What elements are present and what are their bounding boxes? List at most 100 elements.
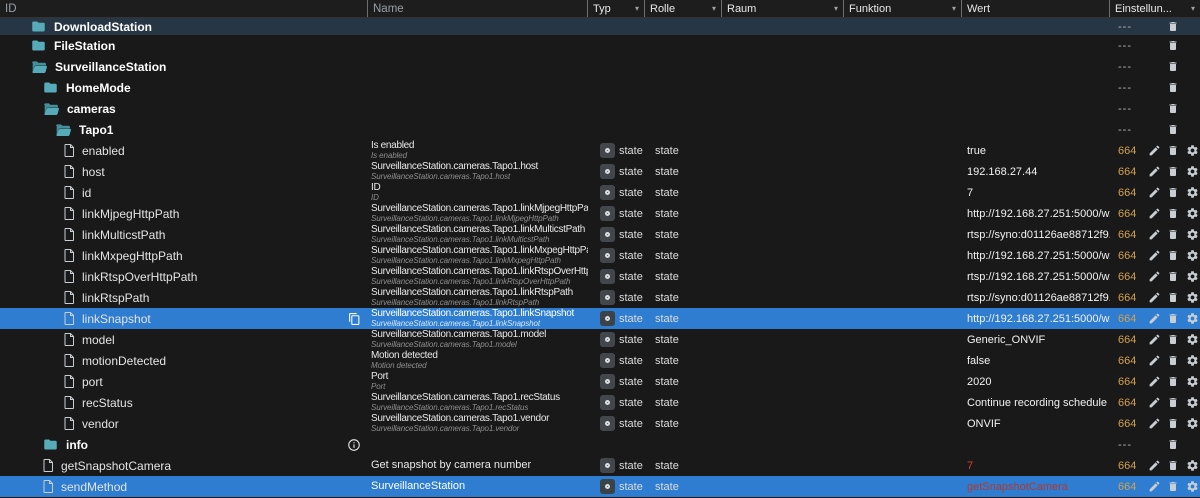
object-value-cell[interactable]: http://192.168.27.251:5000/w... xyxy=(962,245,1110,266)
object-id-cell[interactable]: linkSnapshot xyxy=(0,308,368,329)
column-settings-select[interactable]: Einstellun... ▾ xyxy=(1110,0,1200,17)
object-row[interactable]: FileStation--- xyxy=(0,35,1200,56)
acl-badge[interactable]: 664 xyxy=(1118,334,1142,346)
pencil-icon[interactable] xyxy=(1147,249,1161,263)
trash-icon[interactable] xyxy=(1166,81,1180,95)
acl-badge[interactable]: 664 xyxy=(1118,355,1142,367)
object-value-cell[interactable]: 7 xyxy=(962,182,1110,203)
pencil-icon[interactable] xyxy=(1147,417,1161,431)
pencil-icon[interactable] xyxy=(1147,165,1161,179)
object-id-cell[interactable]: vendor xyxy=(0,413,368,434)
pencil-icon[interactable] xyxy=(1147,144,1161,158)
object-row[interactable]: Tapo1--- xyxy=(0,119,1200,140)
pencil-icon[interactable] xyxy=(1147,480,1161,494)
trash-icon[interactable] xyxy=(1166,270,1180,284)
object-value-cell[interactable]: ONVIF xyxy=(962,413,1110,434)
gear-icon[interactable] xyxy=(1185,354,1199,368)
acl-badge[interactable]: 664 xyxy=(1118,418,1142,430)
gear-icon[interactable] xyxy=(1185,186,1199,200)
object-id-cell[interactable]: id xyxy=(0,182,368,203)
object-row[interactable]: portPortPortstatestate2020664 xyxy=(0,371,1200,392)
object-row[interactable]: idIDIDstatestate7664 xyxy=(0,182,1200,203)
gear-icon[interactable] xyxy=(1185,270,1199,284)
pencil-icon[interactable] xyxy=(1147,228,1161,242)
gear-icon[interactable] xyxy=(1185,396,1199,410)
object-id-cell[interactable]: recStatus xyxy=(0,392,368,413)
object-row[interactable]: enabledIs enabledIs enabledstatestatetru… xyxy=(0,140,1200,161)
object-value-cell[interactable]: http://192.168.27.251:5000/w... xyxy=(962,203,1110,224)
object-id-cell[interactable]: linkMulticstPath xyxy=(0,224,368,245)
acl-badge[interactable]: 664 xyxy=(1118,166,1142,178)
gear-icon[interactable] xyxy=(1185,459,1199,473)
object-id-cell[interactable]: motionDetected xyxy=(0,350,368,371)
object-value-cell[interactable]: rtsp://192.168.27.251:5000/w... xyxy=(962,266,1110,287)
object-id-cell[interactable]: enabled xyxy=(0,140,368,161)
object-row[interactable]: modelSurveillanceStation.cameras.Tapo1.m… xyxy=(0,329,1200,350)
acl-badge[interactable]: 664 xyxy=(1118,481,1142,493)
object-value-cell[interactable]: 192.168.27.44 xyxy=(962,161,1110,182)
gear-icon[interactable] xyxy=(1185,207,1199,221)
object-id-cell[interactable]: SurveillanceStation xyxy=(0,56,368,77)
trash-icon[interactable] xyxy=(1166,39,1180,53)
gear-icon[interactable] xyxy=(1185,333,1199,347)
copy-icon[interactable] xyxy=(348,312,361,326)
pencil-icon[interactable] xyxy=(1147,312,1161,326)
object-row[interactable]: sendMethodSurveillanceStationstatestateg… xyxy=(0,476,1200,497)
object-id-cell[interactable]: port xyxy=(0,371,368,392)
gear-icon[interactable] xyxy=(1185,312,1199,326)
trash-icon[interactable] xyxy=(1166,60,1180,74)
name-filter-input[interactable] xyxy=(373,3,582,15)
object-row[interactable]: linkMjpegHttpPathSurveillanceStation.cam… xyxy=(0,203,1200,224)
acl-badge[interactable]: 664 xyxy=(1118,229,1142,241)
trash-icon[interactable] xyxy=(1166,438,1180,452)
object-id-cell[interactable]: linkRtspOverHttpPath xyxy=(0,266,368,287)
acl-badge[interactable]: 664 xyxy=(1118,271,1142,283)
pencil-icon[interactable] xyxy=(1147,333,1161,347)
object-row[interactable]: cameras--- xyxy=(0,98,1200,119)
object-id-cell[interactable]: HomeMode xyxy=(0,77,368,98)
trash-icon[interactable] xyxy=(1166,102,1180,116)
object-id-cell[interactable]: DownloadStation xyxy=(0,18,368,35)
object-id-cell[interactable]: linkMjpegHttpPath xyxy=(0,203,368,224)
trash-icon[interactable] xyxy=(1166,312,1180,326)
trash-icon[interactable] xyxy=(1166,228,1180,242)
object-value-cell[interactable]: getSnapshotCamera xyxy=(962,476,1110,497)
pencil-icon[interactable] xyxy=(1147,186,1161,200)
object-id-cell[interactable]: info xyxy=(0,434,368,455)
object-value-cell[interactable]: false xyxy=(962,350,1110,371)
trash-icon[interactable] xyxy=(1166,417,1180,431)
gear-icon[interactable] xyxy=(1185,480,1199,494)
object-row[interactable]: linkMxpegHttpPathSurveillanceStation.cam… xyxy=(0,245,1200,266)
acl-badge[interactable]: 664 xyxy=(1118,187,1142,199)
pencil-icon[interactable] xyxy=(1147,207,1161,221)
acl-badge[interactable]: 664 xyxy=(1118,376,1142,388)
object-row[interactable]: recStatusSurveillanceStation.cameras.Tap… xyxy=(0,392,1200,413)
id-filter-input[interactable] xyxy=(5,3,362,15)
object-id-cell[interactable]: Tapo1 xyxy=(0,119,368,140)
trash-icon[interactable] xyxy=(1166,165,1180,179)
object-id-cell[interactable]: FileStation xyxy=(0,35,368,56)
object-id-cell[interactable]: model xyxy=(0,329,368,350)
object-row[interactable]: motionDetectedMotion detectedMotion dete… xyxy=(0,350,1200,371)
room-filter-select[interactable]: Raum ▾ xyxy=(722,0,844,17)
object-row[interactable]: hostSurveillanceStation.cameras.Tapo1.ho… xyxy=(0,161,1200,182)
gear-icon[interactable] xyxy=(1185,165,1199,179)
trash-icon[interactable] xyxy=(1166,291,1180,305)
object-value-cell[interactable]: true xyxy=(962,140,1110,161)
object-id-cell[interactable]: sendMethod xyxy=(0,476,368,497)
gear-icon[interactable] xyxy=(1185,417,1199,431)
pencil-icon[interactable] xyxy=(1147,375,1161,389)
pencil-icon[interactable] xyxy=(1147,291,1161,305)
object-value-cell[interactable]: rtsp://syno:d01126ae88712f9... xyxy=(962,224,1110,245)
object-id-cell[interactable]: cameras xyxy=(0,98,368,119)
gear-icon[interactable] xyxy=(1185,144,1199,158)
pencil-icon[interactable] xyxy=(1147,459,1161,473)
object-value-cell[interactable]: 2020 xyxy=(962,371,1110,392)
trash-icon[interactable] xyxy=(1166,207,1180,221)
trash-icon[interactable] xyxy=(1166,186,1180,200)
gear-icon[interactable] xyxy=(1185,375,1199,389)
gear-icon[interactable] xyxy=(1185,228,1199,242)
acl-badge[interactable]: 664 xyxy=(1118,313,1142,325)
object-row[interactable]: getSnapshotCameraGet snapshot by camera … xyxy=(0,455,1200,476)
object-value-cell[interactable]: 7 xyxy=(962,455,1110,476)
